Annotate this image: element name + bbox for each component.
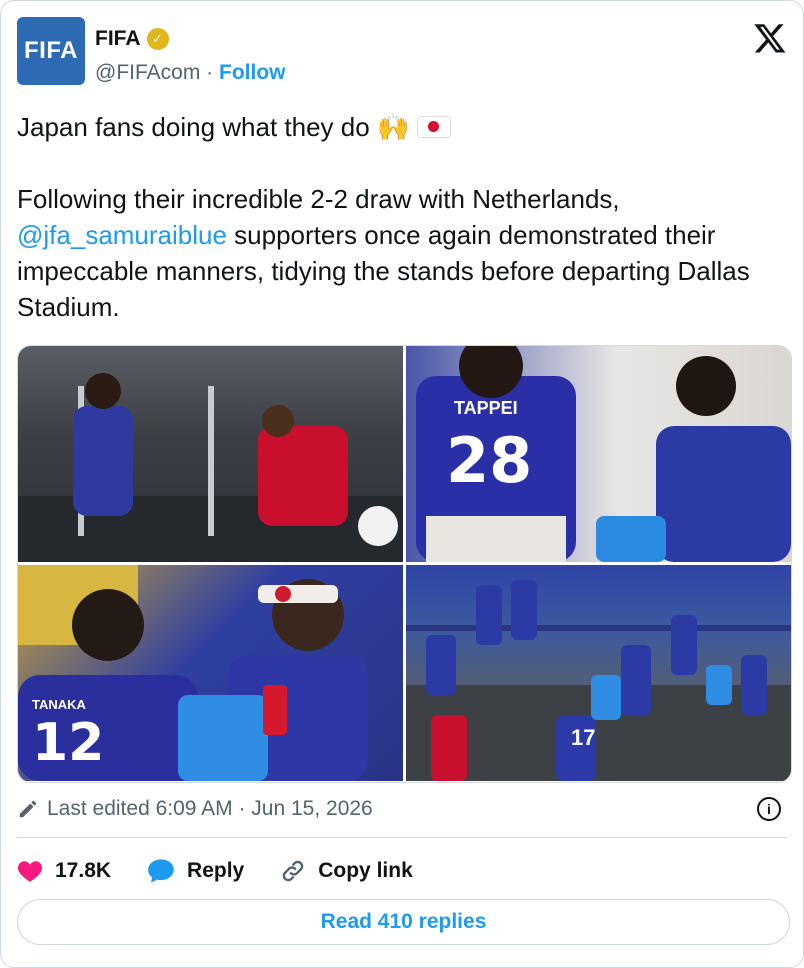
photo-4-scene	[406, 580, 791, 781]
photo-2[interactable]: TAPPEI 28	[406, 346, 791, 562]
photo-3[interactable]: TANAKA 12	[18, 565, 403, 781]
divider	[17, 837, 787, 838]
tweet-header: FIFA FIFA ✓ @FIFAcom · Follow	[17, 17, 787, 97]
avatar-logo-text: FIFA	[24, 37, 78, 64]
photo-4[interactable]: 17	[406, 565, 791, 781]
heart-icon	[17, 861, 43, 882]
x-logo-icon[interactable]	[753, 21, 787, 55]
tweet-card: FIFA FIFA ✓ @FIFAcom · Follow Japan fans…	[0, 0, 804, 968]
photo-1-scene	[18, 373, 403, 562]
name-row: FIFA ✓	[95, 27, 169, 51]
edited-timestamp[interactable]: Last edited 6:09 AM · Jun 15, 2026	[47, 797, 373, 821]
jersey-number: 17	[571, 725, 596, 750]
edit-info: Last edited 6:09 AM · Jun 15, 2026 i	[17, 793, 787, 825]
separator: ·	[206, 61, 214, 84]
media-grid: TAPPEI 28 TANAKA 12 17	[17, 345, 792, 783]
jersey-name: TANAKA	[32, 697, 86, 712]
raised-hands-icon: 🙌	[376, 112, 410, 142]
avatar[interactable]: FIFA	[17, 17, 85, 85]
jersey-number: 28	[446, 424, 533, 497]
action-bar: 17.8K Reply Copy link	[17, 853, 449, 889]
copy-link-label: Copy link	[318, 859, 413, 882]
japan-flag-icon	[416, 116, 451, 138]
reply-button[interactable]: Reply	[147, 858, 244, 884]
tweet-headline: Japan fans doing what they do	[17, 112, 370, 142]
like-button[interactable]: 17.8K	[17, 859, 111, 883]
verified-badge-icon: ✓	[146, 28, 169, 50]
account-handle[interactable]: @FIFAcom	[95, 61, 200, 84]
copy-link-button[interactable]: Copy link	[280, 858, 413, 884]
mention-link[interactable]: @jfa_samuraiblue	[17, 220, 227, 250]
tweet-line-1: Japan fans doing what they do 🙌	[17, 109, 787, 145]
like-count: 17.8K	[55, 859, 112, 882]
jersey-number: 12	[32, 713, 105, 773]
tweet-body: Following their incredible 2-2 draw with…	[17, 181, 787, 325]
account-name[interactable]: FIFA	[95, 27, 141, 51]
link-icon	[282, 860, 304, 882]
pencil-icon	[19, 800, 37, 818]
read-replies-button[interactable]: Read 410 replies	[17, 899, 790, 945]
tweet-body-start: Following their incredible 2-2 draw with…	[17, 184, 620, 214]
follow-button[interactable]: Follow	[219, 61, 286, 84]
chat-bubble-icon	[148, 859, 174, 883]
handle-row: @FIFAcom · Follow	[95, 61, 286, 85]
tweet-text: Japan fans doing what they do 🙌 Followin…	[17, 109, 787, 325]
info-icon[interactable]: i	[757, 797, 781, 821]
reply-label: Reply	[187, 859, 245, 882]
jersey-name: TAPPEI	[454, 398, 518, 418]
photo-1[interactable]	[18, 346, 403, 562]
